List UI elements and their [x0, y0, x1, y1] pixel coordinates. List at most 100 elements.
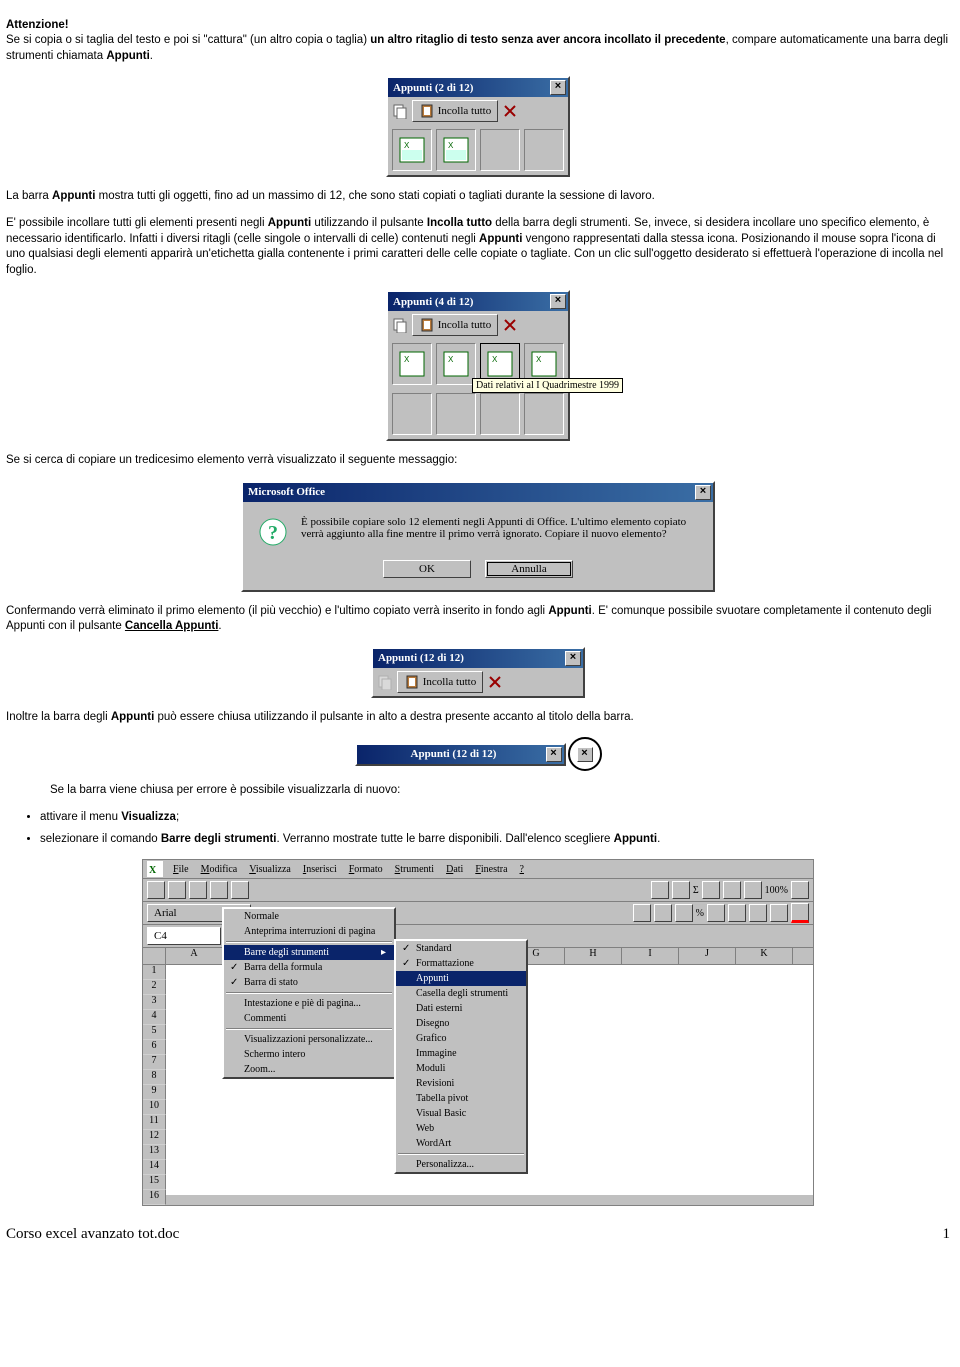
menu-item[interactable]: Visual Basic [396, 1106, 526, 1121]
row-header[interactable]: 6 [143, 1040, 166, 1055]
toolbar-button[interactable] [672, 881, 690, 899]
row-header[interactable]: 13 [143, 1145, 166, 1160]
toolbar-button[interactable] [791, 881, 809, 899]
menu-item[interactable]: Barra della formula [224, 960, 394, 975]
column-header[interactable]: K [736, 948, 793, 964]
row-header[interactable]: 16 [143, 1190, 166, 1205]
svg-text:X: X [149, 865, 157, 876]
menu-item[interactable]: Dati [440, 864, 469, 875]
row-header[interactable]: 1 [143, 965, 166, 980]
menu-item[interactable]: Immagine [396, 1046, 526, 1061]
row-header[interactable]: 9 [143, 1085, 166, 1100]
menu-item[interactable]: Schermo intero [224, 1047, 394, 1062]
menu-item[interactable]: WordArt [396, 1136, 526, 1151]
row-header[interactable]: 4 [143, 1010, 166, 1025]
toolbar-button[interactable] [654, 904, 672, 922]
menu-item[interactable]: Web [396, 1121, 526, 1136]
spreadsheet-area[interactable]: NormaleAnteprima interruzioni di paginaB… [166, 965, 813, 1195]
row-header[interactable]: 7 [143, 1055, 166, 1070]
toolbar-button[interactable] [707, 904, 725, 922]
menu-item[interactable]: Zoom... [224, 1062, 394, 1077]
clear-icon[interactable] [502, 103, 518, 119]
paste-icon [404, 674, 420, 690]
toolbar-button[interactable] [168, 881, 186, 899]
row-header[interactable]: 5 [143, 1025, 166, 1040]
toolbar-button[interactable] [728, 904, 746, 922]
toolbar-button[interactable] [633, 904, 651, 922]
toolbar-button[interactable] [651, 881, 669, 899]
close-icon[interactable]: × [546, 747, 562, 762]
menu-item[interactable]: Inserisci [297, 864, 343, 875]
close-icon[interactable]: × [577, 747, 593, 762]
menu-item[interactable]: Revisioni [396, 1076, 526, 1091]
menu-item[interactable]: Barra di stato [224, 975, 394, 990]
toolbar-button[interactable] [675, 904, 693, 922]
toolbar-button[interactable] [744, 881, 762, 899]
menu-item[interactable]: Commenti [224, 1011, 394, 1026]
menu-item[interactable]: Anteprima interruzioni di pagina [224, 924, 394, 939]
menu-item[interactable]: File [167, 864, 195, 875]
menu-item[interactable]: Visualizza [243, 864, 297, 875]
clipboard-item[interactable]: X [392, 343, 432, 385]
column-header[interactable]: J [679, 948, 736, 964]
menu-item[interactable]: Finestra [469, 864, 513, 875]
paste-all-button[interactable]: Incolla tutto [412, 100, 498, 122]
column-header[interactable]: I [622, 948, 679, 964]
copy-icon[interactable] [392, 317, 408, 333]
column-header[interactable]: H [565, 948, 622, 964]
menu-item[interactable]: Formattazione [396, 956, 526, 971]
menu-item[interactable]: Grafico [396, 1031, 526, 1046]
toolbar-button[interactable] [723, 881, 741, 899]
paste-all-button[interactable]: Incolla tutto [397, 671, 483, 693]
clipboard-item[interactable]: X [436, 129, 476, 171]
toolbar-button[interactable] [749, 904, 767, 922]
close-icon[interactable]: × [550, 294, 566, 309]
clipboard-item[interactable]: X [436, 343, 476, 385]
menu-item[interactable]: Barre degli strumenti ▸ [224, 945, 394, 960]
menu-item[interactable]: Normale [224, 909, 394, 924]
menu-item[interactable]: Standard [396, 941, 526, 956]
close-icon[interactable]: × [565, 651, 581, 666]
toolbar-button[interactable] [231, 881, 249, 899]
menu-item[interactable]: Dati esterni [396, 1001, 526, 1016]
menu-item[interactable]: Intestazione e piè di pagina... [224, 996, 394, 1011]
menu-item[interactable]: Visualizzazioni personalizzate... [224, 1032, 394, 1047]
toolbar-button[interactable] [189, 881, 207, 899]
toolbar-button[interactable] [702, 881, 720, 899]
name-box[interactable]: C4 [147, 927, 221, 945]
font-color-button[interactable] [791, 903, 809, 923]
toolbar-button[interactable] [147, 881, 165, 899]
row-header[interactable]: 12 [143, 1130, 166, 1145]
close-icon[interactable]: × [550, 80, 566, 95]
menu-item[interactable]: Formato [343, 864, 389, 875]
paste-all-button[interactable]: Incolla tutto [412, 314, 498, 336]
row-header[interactable]: 2 [143, 980, 166, 995]
clipboard-item[interactable]: X [392, 129, 432, 171]
visualizza-menu: NormaleAnteprima interruzioni di pagina B… [222, 907, 396, 1079]
close-icon[interactable]: × [695, 485, 711, 500]
menu-item[interactable]: Modifica [195, 864, 244, 875]
menu-item[interactable]: Casella degli strumenti [396, 986, 526, 1001]
row-header[interactable]: 15 [143, 1175, 166, 1190]
menu-item[interactable]: Moduli [396, 1061, 526, 1076]
cancel-button[interactable]: Annulla [485, 560, 573, 578]
clipboard-empty [524, 129, 564, 171]
menu-item[interactable]: Strumenti [389, 864, 440, 875]
row-header[interactable]: 3 [143, 995, 166, 1010]
clear-icon[interactable] [487, 674, 503, 690]
ok-button[interactable]: OK [383, 560, 471, 578]
menu-item[interactable]: Disegno [396, 1016, 526, 1031]
copy-icon[interactable] [392, 103, 408, 119]
row-header[interactable]: 8 [143, 1070, 166, 1085]
toolbar-button[interactable] [210, 881, 228, 899]
menu-item[interactable]: Tabella pivot [396, 1091, 526, 1106]
toolbar-button[interactable] [770, 904, 788, 922]
row-header[interactable]: 11 [143, 1115, 166, 1130]
column-header[interactable]: A [166, 948, 223, 964]
row-header[interactable]: 10 [143, 1100, 166, 1115]
menu-item[interactable]: ? [514, 864, 530, 875]
menu-item[interactable]: Personalizza... [396, 1157, 526, 1172]
menu-item[interactable]: Appunti [396, 971, 526, 986]
clear-icon[interactable] [502, 317, 518, 333]
row-header[interactable]: 14 [143, 1160, 166, 1175]
